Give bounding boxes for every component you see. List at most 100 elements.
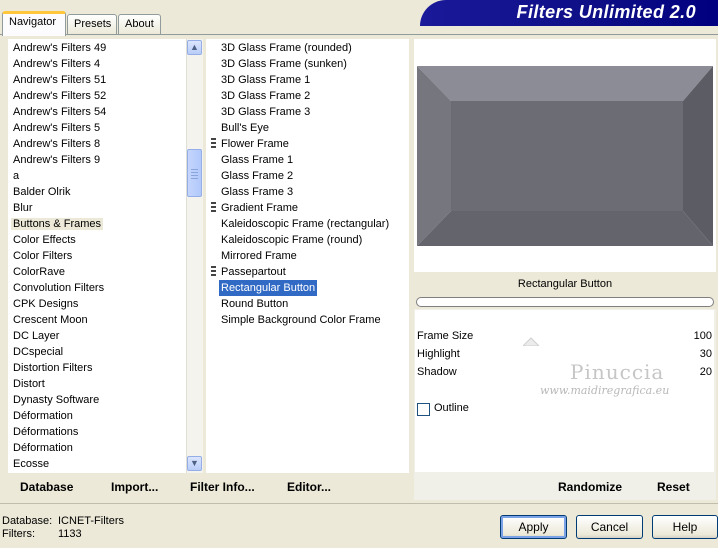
category-item[interactable]: Andrew's Filters 9 [11,152,102,168]
randomize-button[interactable]: Randomize [558,480,622,494]
divider [0,503,718,504]
scroll-up-button[interactable]: ▲ [187,40,202,55]
filter-item-label: Glass Frame 2 [221,170,294,182]
category-item[interactable]: DC Layer [11,328,61,344]
category-item-label: Distort [13,378,45,390]
filter-name-caption: Rectangular Button [414,274,716,296]
filter-item[interactable]: 3D Glass Frame 3 [206,104,409,120]
outline-checkbox[interactable] [417,403,430,416]
category-list[interactable]: Andrew's Filters 49 Andrew's Filters 4 And… [8,39,186,473]
bevel-bottom [417,211,713,246]
filter-item[interactable]: Kaleidoscopic Frame (round) [206,232,409,248]
category-item[interactable]: Andrew's Filters 8 [11,136,102,152]
category-item-label: ColorRave [13,266,65,278]
param-highlight[interactable]: Highlight 30 [415,346,714,364]
filter-item[interactable]: Passepartout [206,264,409,280]
filter-item[interactable]: Simple Background Color Frame [206,312,409,328]
filter-item[interactable]: Bull's Eye [206,120,409,136]
filter-item-label: Kaleidoscopic Frame (round) [221,234,363,246]
category-item[interactable]: Color Effects [11,232,78,248]
category-item[interactable]: Andrew's Filters 49 [11,40,108,56]
database-button[interactable]: Database [20,480,73,494]
category-item[interactable]: Color Filters [11,248,74,264]
param-frame-size[interactable]: Frame Size 100 [415,328,714,346]
filter-item[interactable]: Glass Frame 1 [206,152,409,168]
filter-item[interactable]: Glass Frame 3 [206,184,409,200]
app-title: Filters Unlimited 2.0 [516,2,696,22]
param-label: Shadow [417,366,457,378]
tab-navigator[interactable]: Navigator [2,11,66,36]
category-item[interactable]: Dynasty Software [11,392,101,408]
help-button[interactable]: Help [652,515,718,539]
filter-item-label: 3D Glass Frame 2 [221,90,311,102]
category-item[interactable]: Andrew's Filters 52 [11,88,108,104]
filter-item-label: Flower Frame [221,138,289,150]
category-item-label: Déformations [13,426,79,438]
category-item[interactable]: Déformation [11,408,75,424]
scroll-down-button[interactable]: ▼ [187,456,202,471]
filter-item[interactable]: Round Button [206,296,409,312]
category-item[interactable]: Andrew's Filters 54 [11,104,108,120]
group-marker-icon [211,266,216,278]
filter-info-button[interactable]: Filter Info... [190,480,255,494]
filter-item[interactable]: Mirrored Frame [206,248,409,264]
category-item-label: Andrew's Filters 5 [13,122,101,134]
filter-item[interactable]: 3D Glass Frame 1 [206,72,409,88]
category-item-label: Dynasty Software [13,394,100,406]
param-value: 100 [693,330,712,342]
category-item[interactable]: Balder Olrik [11,184,72,200]
slider-thumb-icon[interactable] [523,337,539,346]
category-item-label: Andrew's Filters 52 [13,90,107,102]
category-item[interactable]: ColorRave [11,264,67,280]
outline-row[interactable]: Outline [415,400,714,418]
filter-item[interactable]: Flower Frame [206,136,409,152]
filter-item[interactable]: Kaleidoscopic Frame (rectangular) [206,216,409,232]
filter-list[interactable]: 3D Glass Frame (rounded) 3D Glass Frame (… [206,39,409,473]
category-item-label: Buttons & Frames [11,218,104,230]
reset-button[interactable]: Reset [657,480,690,494]
param-shadow[interactable]: Shadow 20 [415,364,714,382]
category-item-label: Balder Olrik [13,186,71,198]
category-item-label: DCspecial [13,346,64,358]
category-item[interactable]: a [11,168,21,184]
category-item[interactable]: Andrew's Filters 5 [11,120,102,136]
chevron-up-icon: ▲ [190,42,199,52]
outline-label: Outline [434,402,469,414]
category-item[interactable]: Buttons & Frames [11,216,104,232]
category-item[interactable]: Distortion Filters [11,360,94,376]
category-item[interactable]: Déformation [11,440,75,456]
filters-count-status: Filters: 1133 [2,528,82,540]
category-item-label: Color Filters [13,250,73,262]
cancel-button[interactable]: Cancel [576,515,643,539]
filter-item[interactable]: 3D Glass Frame (rounded) [206,40,409,56]
category-item[interactable]: Distort [11,376,47,392]
tab-presets[interactable]: Presets [67,14,117,34]
filter-item[interactable]: Glass Frame 2 [206,168,409,184]
category-item[interactable]: Convolution Filters [11,280,106,296]
filter-item[interactable]: 3D Glass Frame 2 [206,88,409,104]
filter-item[interactable]: Gradient Frame [206,200,409,216]
category-item[interactable]: Blur [11,200,35,216]
import-button[interactable]: Import... [111,480,158,494]
category-item[interactable]: Déformations [11,424,80,440]
bevel-top [417,66,713,101]
scroll-thumb[interactable] [187,149,202,197]
category-item[interactable]: Andrew's Filters 4 [11,56,102,72]
editor-button[interactable]: Editor... [287,480,331,494]
category-item[interactable]: DCspecial [11,344,65,360]
apply-button[interactable]: Apply [500,515,567,539]
category-item[interactable]: CPK Designs [11,296,80,312]
category-item[interactable]: Ecosse [11,456,51,472]
category-item[interactable]: Andrew's Filters 51 [11,72,108,88]
category-item-label: Andrew's Filters 8 [13,138,101,150]
filter-item-label: Mirrored Frame [221,250,297,262]
filter-item[interactable]: Rectangular Button [206,280,409,296]
category-item-label: Déformation [13,410,73,422]
database-status: Database: ICNET-Filters [2,515,124,527]
filter-item-label: Round Button [221,298,289,310]
tab-about[interactable]: About [118,14,161,34]
category-item[interactable]: Crescent Moon [11,312,90,328]
filter-item-label: Simple Background Color Frame [221,314,381,326]
filter-item[interactable]: 3D Glass Frame (sunken) [206,56,409,72]
category-scrollbar[interactable]: ▲ ▼ [186,39,203,473]
